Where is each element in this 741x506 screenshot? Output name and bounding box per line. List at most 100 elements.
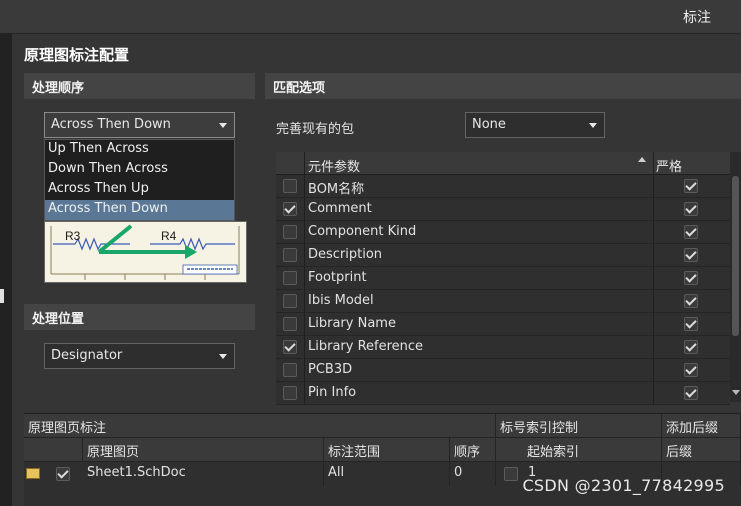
chevron-down-icon (589, 123, 597, 128)
cell-divider (304, 313, 305, 336)
order-preview-image: R3 R4 (44, 221, 247, 283)
window-title: 标注 (683, 10, 711, 26)
match-table-header: 元件参数 严格 (276, 152, 741, 175)
sheet-column-header[interactable]: 原理图页 (83, 438, 324, 462)
scope-column-header[interactable]: 标注范围 (324, 438, 450, 462)
param-enable-checkbox[interactable] (283, 317, 297, 331)
param-name: Library Name (308, 316, 396, 331)
folder-icon (26, 468, 40, 479)
panel-marker (0, 289, 4, 303)
cell-divider (304, 221, 305, 244)
match-section-heading: 匹配选项 (265, 73, 741, 99)
order-option-selected[interactable]: Across Then Down (45, 200, 234, 220)
cell-divider (304, 336, 305, 359)
complete-packages-dropdown[interactable]: None (465, 112, 605, 138)
header-divider (653, 152, 654, 175)
sheets-group-header: 原理图页标注 (24, 414, 496, 438)
start-index-checkbox[interactable] (504, 467, 518, 481)
order-option[interactable]: Up Then Across (45, 140, 234, 160)
chevron-down-icon (219, 354, 227, 359)
param-name: Ibis Model (308, 293, 374, 308)
order-cell[interactable]: 0 (450, 462, 496, 486)
preview-label-r4: R4 (161, 229, 177, 243)
strict-checkbox[interactable] (684, 386, 698, 400)
order-dropdown-menu: Up Then Across Down Then Across Across T… (44, 139, 235, 221)
param-enable-checkbox[interactable] (283, 271, 297, 285)
match-table-scrollbar[interactable] (730, 152, 741, 402)
match-table-row[interactable]: Footprint (276, 267, 730, 290)
cell-divider (653, 382, 654, 405)
cell-divider (304, 267, 305, 290)
strict-checkbox[interactable] (684, 363, 698, 377)
order-option[interactable]: Across Then Up (45, 180, 234, 200)
match-table-row[interactable]: PCB3D (276, 359, 730, 382)
param-enable-checkbox[interactable] (283, 248, 297, 262)
param-name: Pin Info (308, 385, 357, 400)
strict-checkbox[interactable] (684, 248, 698, 262)
cell-divider (653, 198, 654, 221)
param-enable-checkbox[interactable] (283, 202, 297, 216)
param-enable-checkbox[interactable] (283, 386, 297, 400)
param-name: Library Reference (308, 339, 424, 354)
cell-divider (653, 221, 654, 244)
param-enable-checkbox[interactable] (283, 363, 297, 377)
watermark-text: CSDN @2301_77842995 (522, 476, 725, 495)
strict-checkbox[interactable] (684, 179, 698, 193)
start-index-column-header[interactable]: 起始索引 (496, 438, 662, 462)
sheets-checkbox-header (24, 438, 83, 462)
param-name: Footprint (308, 270, 367, 285)
cell-divider (304, 198, 305, 221)
suffix-column-header[interactable]: 后缀 (662, 438, 741, 462)
match-table-row[interactable]: Pin Info (276, 382, 730, 405)
param-enable-checkbox[interactable] (283, 179, 297, 193)
cell-divider (304, 290, 305, 313)
sort-up-icon[interactable] (638, 157, 646, 162)
header-divider (304, 152, 305, 175)
cell-divider (653, 244, 654, 267)
param-enable-checkbox[interactable] (283, 294, 297, 308)
cell-divider (653, 336, 654, 359)
cell-divider (304, 244, 305, 267)
match-table-row[interactable]: Ibis Model (276, 290, 730, 313)
order-option[interactable]: Down Then Across (45, 160, 234, 180)
sheet-enable-checkbox[interactable] (56, 467, 70, 481)
complete-packages-value: None (472, 117, 506, 132)
scope-cell[interactable]: All (324, 462, 450, 486)
position-dropdown[interactable]: Designator (44, 343, 235, 369)
dialog-title: 原理图标注配置 (24, 46, 130, 64)
strict-checkbox[interactable] (684, 225, 698, 239)
cell-divider (653, 290, 654, 313)
match-table-row[interactable]: Component Kind (276, 221, 730, 244)
scroll-down-icon[interactable] (732, 390, 740, 395)
schematic-preview-svg: R3 R4 (45, 222, 246, 282)
match-table-row[interactable]: Description (276, 244, 730, 267)
scrollbar-thumb[interactable] (732, 176, 739, 336)
cell-divider (653, 267, 654, 290)
order-column-header[interactable]: 顺序 (450, 438, 496, 462)
strict-checkbox[interactable] (684, 271, 698, 285)
complete-packages-label: 完善现有的包 (276, 122, 355, 137)
strict-checkbox[interactable] (684, 294, 698, 308)
cell-divider (653, 175, 654, 198)
match-table-row[interactable]: Comment (276, 198, 730, 221)
cell-divider (653, 359, 654, 382)
param-enable-checkbox[interactable] (283, 225, 297, 239)
match-table-row[interactable]: BOM名称 (276, 175, 730, 198)
param-name: Comment (308, 201, 372, 216)
sheet-name-cell: Sheet1.SchDoc (83, 462, 324, 486)
strict-checkbox[interactable] (684, 317, 698, 331)
window-titlebar: 标注 (0, 0, 741, 34)
strict-column-header[interactable]: 严格 (656, 156, 682, 175)
param-column-header[interactable]: 元件参数 (308, 156, 360, 175)
strict-checkbox[interactable] (684, 340, 698, 354)
left-panel-edge (0, 34, 12, 506)
match-table-row[interactable]: Library Name (276, 313, 730, 336)
strict-checkbox[interactable] (684, 202, 698, 216)
match-table-row[interactable]: Library Reference (276, 336, 730, 359)
order-dropdown[interactable]: Across Then Down (44, 112, 235, 138)
param-enable-checkbox[interactable] (283, 340, 297, 354)
param-name: PCB3D (308, 362, 353, 377)
order-dropdown-value: Across Then Down (51, 117, 171, 132)
match-table: 元件参数 严格 BOM名称 Comment Component Kind Descri… (276, 152, 741, 405)
position-dropdown-value: Designator (51, 348, 123, 363)
